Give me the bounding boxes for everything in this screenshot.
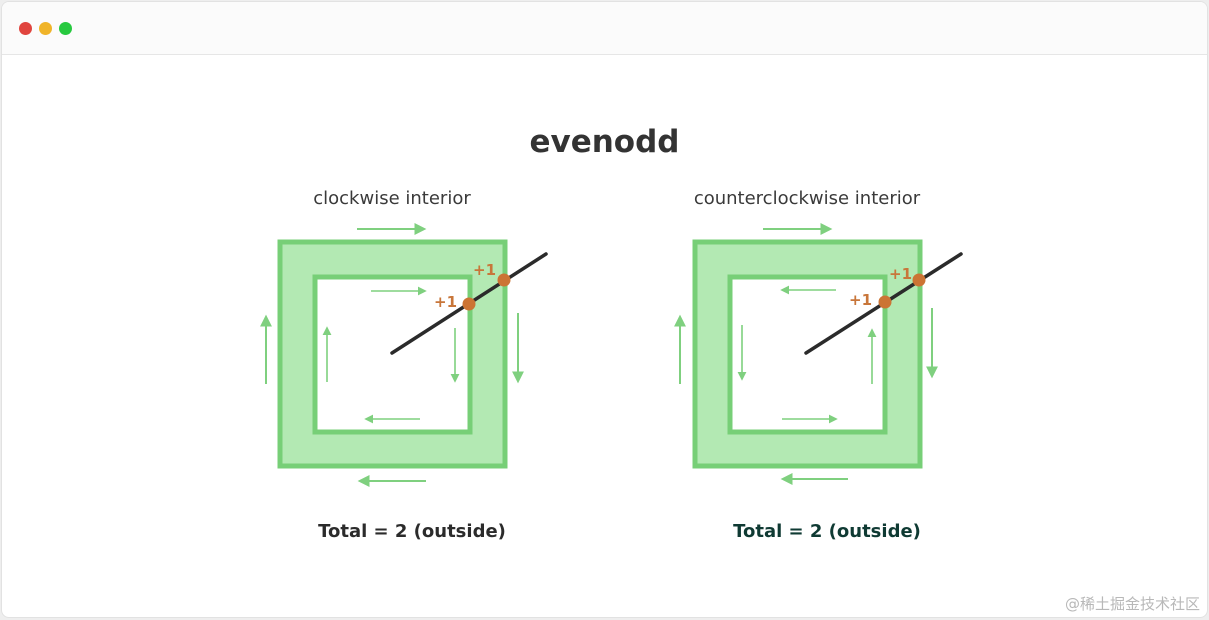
- crossing-point-outer: [912, 273, 926, 287]
- diagram-title: evenodd: [529, 124, 680, 160]
- crossing-label-inner: +1: [849, 291, 872, 309]
- clockwise-panel: +1 +1: [260, 223, 548, 487]
- crossing-point-inner: [462, 297, 476, 311]
- evenodd-diagram: +1 +1 +1 +1: [260, 223, 963, 487]
- panel-total-clockwise: Total = 2 (outside): [318, 521, 506, 542]
- crossing-point-outer: [497, 273, 511, 287]
- panel-label-clockwise: clockwise interior: [313, 188, 471, 209]
- crossing-point-inner: [878, 295, 892, 309]
- crossing-label-inner: +1: [434, 293, 457, 311]
- crossing-label-outer: +1: [889, 265, 912, 283]
- crossing-label-outer: +1: [473, 261, 496, 279]
- panel-label-counterclockwise: counterclockwise interior: [693, 188, 921, 209]
- panel-total-counterclockwise: Total = 2 (outside): [733, 521, 921, 542]
- watermark: @稀土掘金技术社区: [1064, 595, 1200, 613]
- counterclockwise-panel: +1 +1: [674, 223, 963, 485]
